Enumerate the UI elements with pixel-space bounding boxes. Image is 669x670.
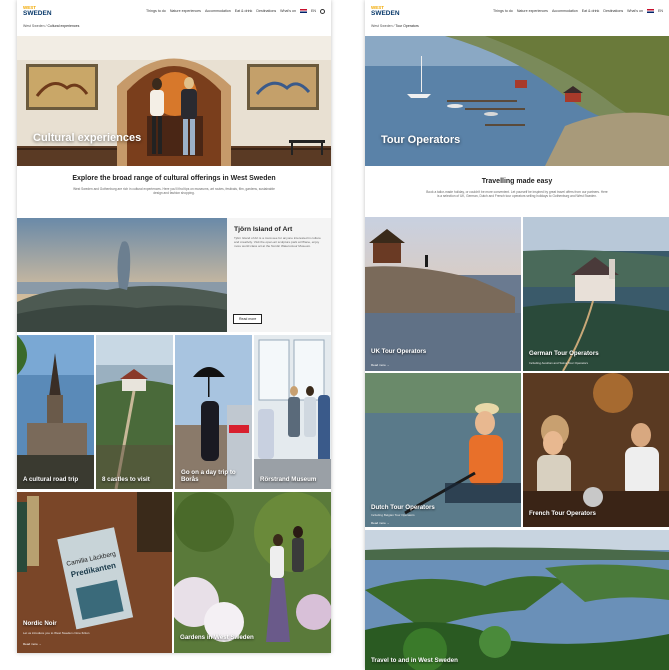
card-title: 8 castles to visit: [102, 476, 150, 483]
card-cultural-road-trip[interactable]: A cultural road trip: [17, 335, 94, 489]
card-title: German Tour Operators: [529, 350, 599, 357]
card-title: UK Tour Operators: [371, 348, 427, 355]
intro-text: Book a tailor-made holiday, or couldn't …: [426, 189, 608, 198]
site-header: WEST SWEDEN Things to do Nature experien…: [17, 0, 331, 22]
breadcrumb-current: Cultural experiences: [47, 24, 80, 28]
read-more-link[interactable]: Read more: [371, 521, 390, 525]
card-boras[interactable]: Go on a day trip to Borås: [175, 335, 252, 489]
west-sweden-logo[interactable]: WEST SWEDEN: [371, 5, 400, 17]
card-title: Travel to and in West Sweden: [371, 657, 458, 664]
tjorn-image[interactable]: [17, 218, 227, 332]
read-more-link[interactable]: Read more: [371, 363, 390, 367]
card-subtitle: Let us introduce you to West Sweden crim…: [23, 631, 90, 635]
museum-gallery-image: [17, 36, 331, 166]
card-title: Nordic Noir: [23, 620, 57, 627]
uk-flag-icon[interactable]: [300, 9, 307, 13]
nav-things-to-do[interactable]: Things to do: [146, 9, 166, 13]
card-german-tour-operators[interactable]: German Tour Operators Including Austrian…: [523, 217, 669, 371]
card-title: Rörstrand Museum: [260, 476, 317, 483]
intro-section: Travelling made easy Book a tailor-made …: [365, 178, 669, 198]
tjorn-feature: Tjörn Island of Art Tjörn Island of Art …: [227, 218, 331, 332]
card-title: A cultural road trip: [23, 476, 79, 483]
read-more-button[interactable]: Read more: [233, 314, 263, 324]
nav-nature[interactable]: Nature experiences: [517, 9, 548, 13]
card-rorstrand[interactable]: Rörstrand Museum: [254, 335, 331, 489]
page-title: Cultural experiences: [33, 132, 142, 144]
search-icon[interactable]: [320, 8, 325, 14]
uk-flag-icon[interactable]: [647, 9, 654, 13]
read-more-link[interactable]: Read more: [23, 642, 42, 646]
main-nav: Things to do Nature experiences Accommod…: [493, 9, 663, 13]
breadcrumb-home[interactable]: West Sweden: [371, 24, 393, 28]
west-sweden-logo[interactable]: WEST SWEDEN: [23, 5, 52, 17]
breadcrumb: West Sweden / Cultural experiences: [23, 24, 80, 28]
nav-destinations[interactable]: Destinations: [603, 9, 623, 13]
breadcrumb-home[interactable]: West Sweden: [23, 24, 45, 28]
nav-accommodation[interactable]: Accommodation: [552, 9, 578, 13]
page-title: Tour Operators: [381, 134, 461, 146]
tour-operators-page: WEST SWEDEN Things to do Nature experien…: [365, 0, 669, 670]
nav-whats-on[interactable]: What's on: [280, 9, 296, 13]
nav-whats-on[interactable]: What's on: [627, 9, 643, 13]
main-nav: Things to do Nature experiences Accommod…: [146, 8, 325, 14]
card-french-tour-operators[interactable]: French Tour Operators: [523, 373, 669, 527]
nav-eat-drink[interactable]: Eat & drink: [582, 9, 600, 13]
card-castles[interactable]: 8 castles to visit: [96, 335, 173, 489]
intro-section: Explore the broad range of cultural offe…: [17, 175, 331, 195]
nav-things-to-do[interactable]: Things to do: [493, 9, 513, 13]
intro-text: West Sweden and Gothenburg are rich in c…: [73, 186, 275, 195]
nav-eat-drink[interactable]: Eat & drink: [235, 9, 253, 13]
language-selector[interactable]: EN: [658, 9, 663, 13]
card-gardens[interactable]: Gardens in West Sweden: [174, 492, 331, 653]
feature-text: Tjörn Island of Art is a must-see for an…: [234, 236, 321, 249]
card-title: Go on a day trip to Borås: [181, 469, 236, 483]
card-travel-to-west-sweden[interactable]: Travel to and in West Sweden: [365, 530, 669, 670]
card-subtitle: Including Austrian and Swiss Tour Operat…: [529, 361, 588, 365]
intro-title: Travelling made easy: [481, 178, 553, 185]
card-uk-tour-operators[interactable]: UK Tour Operators Read more: [365, 217, 521, 371]
card-title: French Tour Operators: [529, 510, 596, 517]
hero-image: Cultural experiences: [17, 36, 331, 166]
card-title: Dutch Tour Operators: [371, 504, 435, 511]
card-title: Gardens in West Sweden: [180, 634, 254, 641]
card-subtitle: Including Belgian Tour Operators: [371, 513, 415, 517]
language-selector[interactable]: EN: [311, 9, 316, 13]
breadcrumb: West Sweden / Tour Operators: [371, 24, 419, 28]
archipelago-image: [365, 36, 669, 166]
feature-title: Tjörn Island of Art: [234, 226, 293, 233]
cultural-experiences-page: WEST SWEDEN Things to do Nature experien…: [17, 0, 331, 653]
nav-destinations[interactable]: Destinations: [256, 9, 276, 13]
site-header: WEST SWEDEN Things to do Nature experien…: [365, 0, 669, 22]
breadcrumb-current: Tour Operators: [395, 24, 419, 28]
nav-accommodation[interactable]: Accommodation: [205, 9, 231, 13]
nav-nature[interactable]: Nature experiences: [170, 9, 201, 13]
card-nordic-noir[interactable]: Camilla Läckberg Predikanten Nordic Noir…: [17, 492, 172, 653]
hero-image: Tour Operators: [365, 36, 669, 166]
intro-title: Explore the broad range of cultural offe…: [72, 175, 276, 182]
card-dutch-tour-operators[interactable]: Dutch Tour Operators Including Belgian T…: [365, 373, 521, 527]
